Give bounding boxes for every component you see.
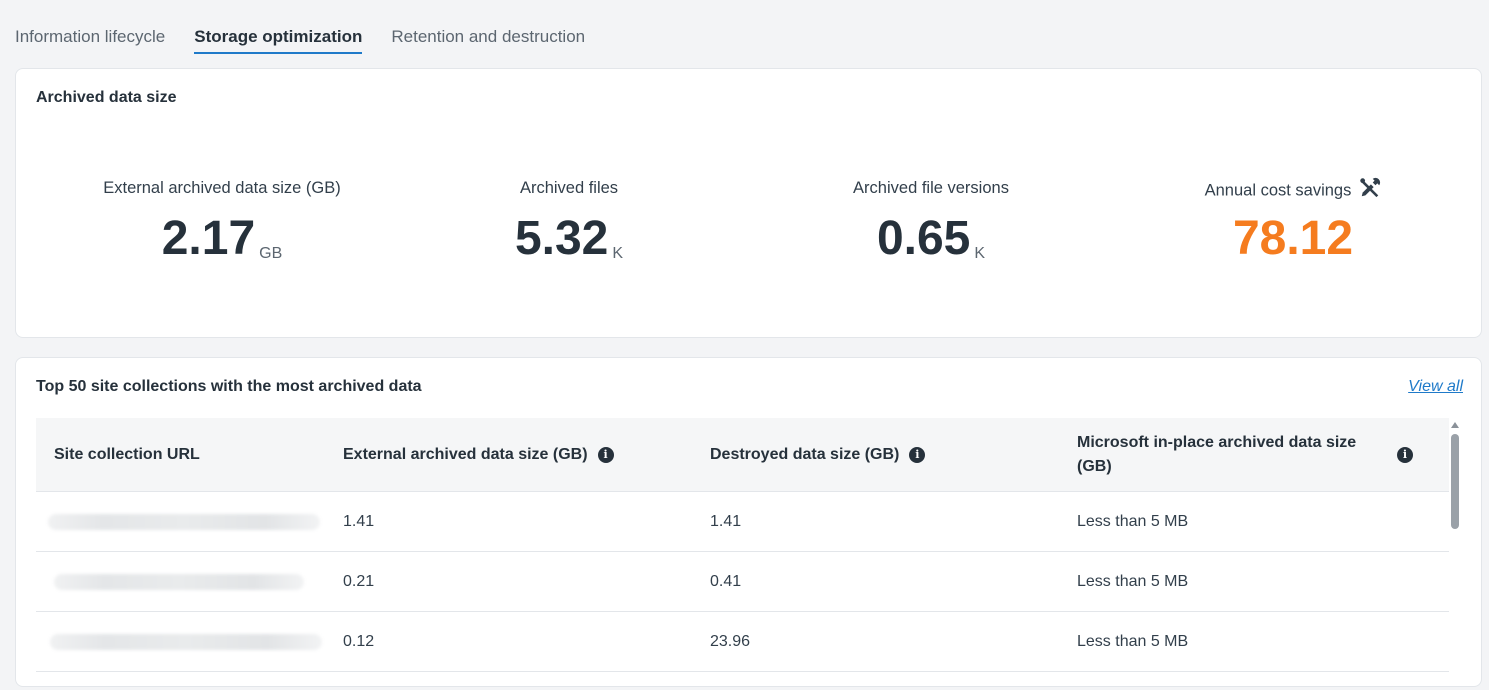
stat-archived-files: Archived files 5.32 K bbox=[399, 177, 739, 265]
table-header: Site collection URL External archived da… bbox=[36, 418, 1449, 492]
stat-value: 2.17 bbox=[161, 212, 256, 265]
scroll-up-arrow-icon[interactable] bbox=[1451, 422, 1459, 428]
stat-value: 78.12 bbox=[1232, 212, 1354, 265]
column-header-site-url[interactable]: Site collection URL bbox=[36, 443, 325, 467]
stat-annual-cost-savings: Annual cost savings 78.12 bbox=[1123, 177, 1463, 265]
stat-value: 5.32 bbox=[514, 212, 609, 265]
stat-external-archived-size: External archived data size (GB) 2.17 GB bbox=[52, 177, 392, 265]
stat-label: Archived files bbox=[519, 179, 619, 197]
cell-inplace: Less than 5 MB bbox=[1077, 512, 1189, 530]
tab-bar: Information lifecycle Storage optimizati… bbox=[15, 22, 585, 56]
column-header-inplace-size[interactable]: Microsoft in-place archived data size (G… bbox=[1059, 431, 1449, 479]
cell-external: 1.41 bbox=[343, 512, 375, 530]
cell-external: 0.21 bbox=[343, 572, 375, 590]
cell-destroyed: 0.41 bbox=[710, 572, 742, 590]
view-all-link[interactable]: View all bbox=[1408, 378, 1463, 396]
tab-storage-optimization[interactable]: Storage optimization bbox=[194, 22, 363, 54]
stat-archived-file-versions: Archived file versions 0.65 K bbox=[761, 177, 1101, 265]
cell-destroyed: 23.96 bbox=[710, 632, 751, 650]
scroll-thumb[interactable] bbox=[1451, 434, 1459, 529]
redacted-url bbox=[50, 633, 322, 650]
card-title: Top 50 site collections with the most ar… bbox=[36, 378, 422, 395]
cell-external: 0.12 bbox=[343, 632, 375, 650]
cell-destroyed: 1.41 bbox=[710, 512, 742, 530]
card-title: Archived data size bbox=[36, 89, 177, 106]
stat-label: Archived file versions bbox=[853, 179, 1009, 197]
table-scrollbar[interactable] bbox=[1449, 420, 1461, 690]
stat-label: Annual cost savings bbox=[1204, 181, 1352, 200]
info-icon[interactable]: i bbox=[597, 446, 614, 463]
table-row[interactable]: 0.21 0.41 Less than 5 MB bbox=[36, 552, 1449, 612]
redacted-url bbox=[48, 513, 320, 530]
cell-inplace: Less than 5 MB bbox=[1077, 632, 1189, 650]
tools-icon[interactable] bbox=[1359, 177, 1381, 205]
column-header-destroyed-size[interactable]: Destroyed data size (GB) i bbox=[692, 443, 1059, 467]
table-row[interactable]: 0.12 23.96 Less than 5 MB bbox=[36, 612, 1449, 672]
site-collections-table: Site collection URL External archived da… bbox=[36, 418, 1449, 672]
table-row[interactable]: 1.41 1.41 Less than 5 MB bbox=[36, 492, 1449, 552]
archived-data-size-card: Archived data size External archived dat… bbox=[15, 68, 1482, 338]
column-header-external-size[interactable]: External archived data size (GB) i bbox=[325, 443, 692, 467]
stat-unit: K bbox=[612, 245, 624, 262]
stat-unit: GB bbox=[259, 245, 283, 262]
tab-retention-and-destruction[interactable]: Retention and destruction bbox=[391, 22, 585, 54]
stat-unit: K bbox=[974, 245, 986, 262]
info-icon[interactable]: i bbox=[1397, 446, 1413, 463]
tab-information-lifecycle[interactable]: Information lifecycle bbox=[15, 22, 165, 54]
redacted-url bbox=[54, 573, 304, 590]
stat-value: 0.65 bbox=[876, 212, 971, 265]
info-icon[interactable]: i bbox=[909, 446, 926, 463]
cell-inplace: Less than 5 MB bbox=[1077, 572, 1189, 590]
stat-label: External archived data size (GB) bbox=[103, 179, 341, 197]
top-site-collections-card: Top 50 site collections with the most ar… bbox=[15, 357, 1482, 687]
